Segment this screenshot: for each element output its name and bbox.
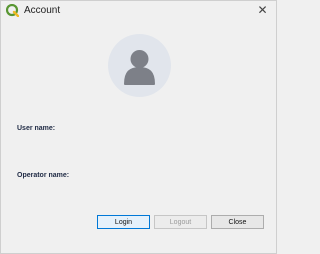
user-silhouette-icon (108, 34, 171, 97)
title-bar[interactable]: Account ✕ (1, 1, 276, 21)
user-avatar (108, 34, 171, 97)
user-name-label: User name: (17, 125, 56, 132)
logout-button[interactable]: Logout (154, 215, 207, 229)
operator-name-label: Operator name: (17, 172, 70, 179)
login-button[interactable]: Login (97, 215, 150, 229)
close-button[interactable]: Close (211, 215, 264, 229)
close-icon[interactable]: ✕ (255, 3, 270, 18)
window-title: Account (24, 5, 61, 16)
qgis-icon (6, 4, 19, 17)
account-dialog: Account ✕ User name: Operator name: Logi… (0, 0, 277, 254)
